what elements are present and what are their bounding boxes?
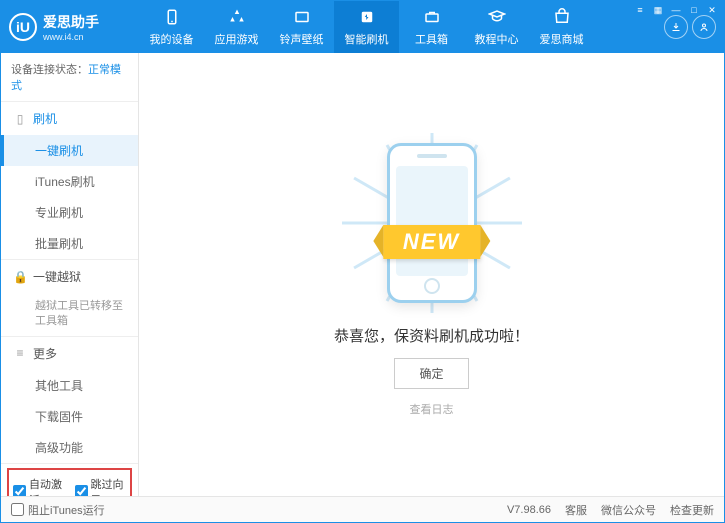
sidebar-item-pro[interactable]: 专业刷机 [1,197,138,228]
section-title: 更多 [33,345,57,362]
wechat-link[interactable]: 微信公众号 [601,502,656,518]
tab-label: 爱思商城 [540,31,584,47]
tab-label: 智能刷机 [345,31,389,47]
checkbox-skip-guide[interactable]: 跳过向导 [75,476,127,496]
section-title: 一键越狱 [33,268,81,285]
tab-label: 铃声壁纸 [280,31,324,47]
section-header-more[interactable]: ≡ 更多 [1,337,138,370]
menu-icon[interactable]: ≡ [632,3,648,17]
section-header-flash[interactable]: ▯ 刷机 [1,102,138,135]
sidebar: 设备连接状态：正常模式 ▯刷机 一键刷机 iTunes刷机 专业刷机 批量刷机 … [1,53,139,496]
lock-icon: 🔒 [13,270,27,284]
window-controls: ≡ ▦ ― □ ✕ [632,3,720,17]
tutorial-icon [487,7,507,27]
status-label: 设备连接状态： [11,64,88,76]
checkbox-input[interactable] [13,485,26,496]
checkbox-label: 自动激活 [29,476,65,496]
tab-label: 教程中心 [475,31,519,47]
main-content: NEW 恭喜您，保资料刷机成功啦！ 确定 查看日志 [139,53,724,496]
success-message: 恭喜您，保资料刷机成功啦！ [334,325,529,346]
store-icon [552,7,572,27]
wallpaper-icon [292,7,312,27]
new-banner: NEW [383,225,480,259]
connection-status: 设备连接状态：正常模式 [1,53,138,102]
phone-icon [162,7,182,27]
section-more: ≡ 更多 其他工具 下载固件 高级功能 [1,337,138,464]
footer-right: V7.98.66 客服 微信公众号 检查更新 [507,502,714,518]
options-box: 自动激活 跳过向导 [7,468,132,496]
sidebar-item-itunes[interactable]: iTunes刷机 [1,166,138,197]
titlebar: iU 爱思助手 www.i4.cn 我的设备 应用游戏 铃声壁纸 智能刷机 工具… [1,1,724,53]
section-jailbreak: 🔒 一键越狱 越狱工具已转移至 工具箱 [1,260,138,337]
menu-small-icon: ≡ [13,346,27,360]
flash-icon [357,7,377,27]
jailbreak-note: 越狱工具已转移至 工具箱 [1,293,138,336]
service-link[interactable]: 客服 [565,502,587,518]
footer-left: 阻止iTunes运行 [11,502,507,518]
logo-area: iU 爱思助手 www.i4.cn [9,12,139,42]
sidebar-item-advanced[interactable]: 高级功能 [1,432,138,463]
sidebar-item-oneclick[interactable]: 一键刷机 [1,135,138,166]
user-icon[interactable] [692,15,716,39]
tab-ringtone[interactable]: 铃声壁纸 [269,1,334,53]
checkbox-input[interactable] [75,485,88,496]
apps-icon [227,7,247,27]
app-window: ≡ ▦ ― □ ✕ iU 爱思助手 www.i4.cn 我的设备 应用游戏 铃声… [0,0,725,523]
logo-icon: iU [9,13,37,41]
download-icon[interactable] [664,15,688,39]
tab-flash[interactable]: 智能刷机 [334,1,399,53]
toolbox-icon [422,7,442,27]
sidebar-item-other[interactable]: 其他工具 [1,370,138,401]
section-header-jailbreak[interactable]: 🔒 一键越狱 [1,260,138,293]
sidebar-item-batch[interactable]: 批量刷机 [1,228,138,259]
app-url: www.i4.cn [43,32,99,42]
tab-store[interactable]: 爱思商城 [529,1,594,53]
tab-apps[interactable]: 应用游戏 [204,1,269,53]
tab-tutorial[interactable]: 教程中心 [464,1,529,53]
tab-my-device[interactable]: 我的设备 [139,1,204,53]
checkbox-label: 跳过向导 [91,476,127,496]
section-title: 刷机 [33,110,57,127]
body: 设备连接状态：正常模式 ▯刷机 一键刷机 iTunes刷机 专业刷机 批量刷机 … [1,53,724,496]
tab-label: 工具箱 [415,31,448,47]
phone-small-icon: ▯ [13,112,27,126]
title-buttons [664,15,716,39]
block-itunes-checkbox[interactable]: 阻止iTunes运行 [11,502,105,518]
checkbox-input[interactable] [11,503,24,516]
checkbox-label: 阻止iTunes运行 [28,502,105,518]
tab-tools[interactable]: 工具箱 [399,1,464,53]
illustration: NEW [322,133,542,313]
view-log-link[interactable]: 查看日志 [410,401,454,417]
nav-tabs: 我的设备 应用游戏 铃声壁纸 智能刷机 工具箱 教程中心 爱思商城 [139,1,664,53]
phone-illustration [387,143,477,303]
section-flash: ▯ 刷机 一键刷机 iTunes刷机 专业刷机 批量刷机 [1,102,138,260]
tab-label: 我的设备 [150,31,194,47]
burst-bg [322,133,542,313]
note-line: 工具箱 [35,314,138,329]
skin-icon[interactable]: ▦ [650,3,666,17]
checkbox-auto-activate[interactable]: 自动激活 [13,476,65,496]
tab-label: 应用游戏 [215,31,259,47]
close-icon[interactable]: ✕ [704,3,720,17]
maximize-icon[interactable]: □ [686,3,702,17]
sidebar-item-download[interactable]: 下载固件 [1,401,138,432]
app-name: 爱思助手 [43,12,99,32]
note-line: 越狱工具已转移至 [35,299,138,314]
version-label: V7.98.66 [507,504,551,516]
check-update-link[interactable]: 检查更新 [670,502,714,518]
footer: 阻止iTunes运行 V7.98.66 客服 微信公众号 检查更新 [1,496,724,522]
minimize-icon[interactable]: ― [668,3,684,17]
ok-button[interactable]: 确定 [394,358,468,389]
